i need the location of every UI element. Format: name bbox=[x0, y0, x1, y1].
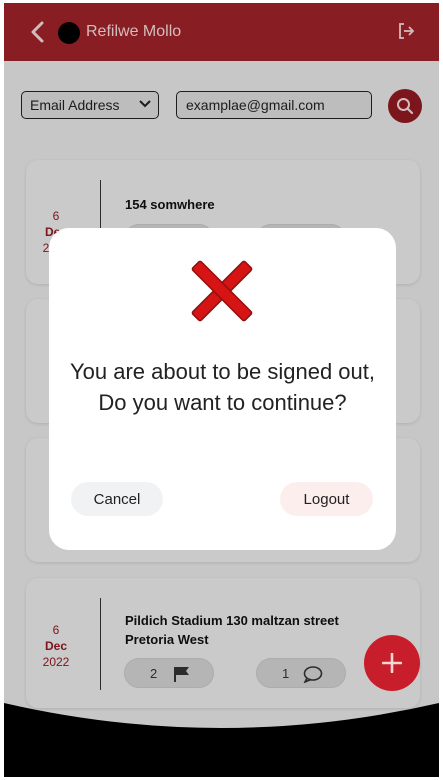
bottom-wave bbox=[4, 703, 439, 777]
logout-button[interactable]: Logout bbox=[280, 482, 373, 516]
dialog-message: You are about to be signed out, Do you w… bbox=[70, 359, 375, 415]
logout-dialog: You are about to be signed out, Do you w… bbox=[49, 228, 396, 550]
red-x-icon bbox=[191, 260, 253, 322]
add-button[interactable] bbox=[364, 635, 420, 691]
app-frame: Refilwe Mollo Email Address examplae@gma… bbox=[4, 3, 439, 777]
plus-icon bbox=[382, 653, 402, 673]
cancel-button[interactable]: Cancel bbox=[71, 482, 163, 516]
